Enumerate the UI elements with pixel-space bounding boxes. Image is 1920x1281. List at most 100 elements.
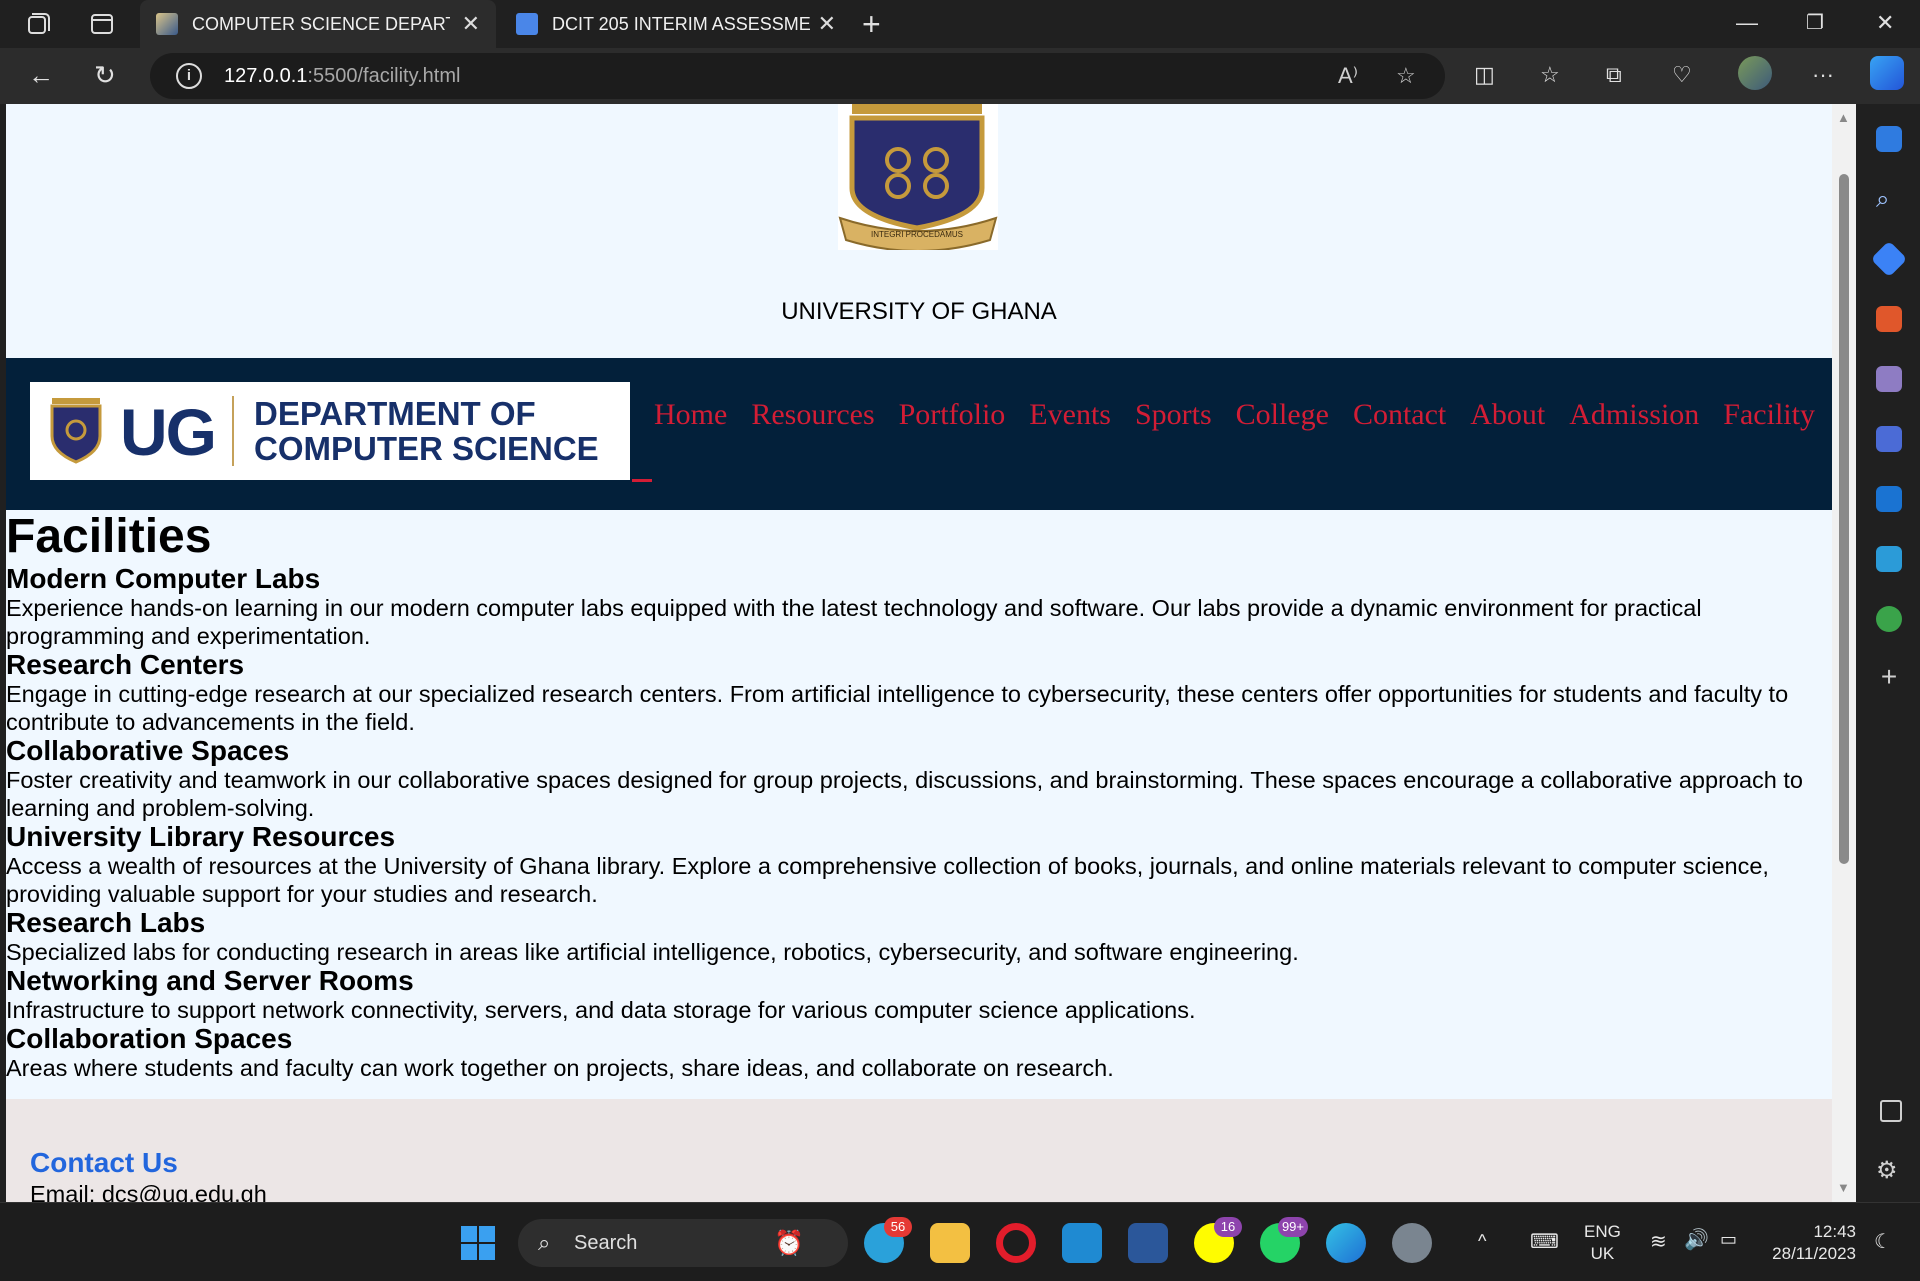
show-hidden-icons[interactable]: ^ [1478, 1231, 1486, 1252]
refresh-icon[interactable]: ↻ [94, 60, 116, 91]
tab-actions-icon[interactable] [88, 10, 116, 38]
nav-admission[interactable]: Admission [1569, 398, 1699, 432]
facility-item: Research Centers Engage in cutting-edge … [6, 650, 1832, 736]
department-logo[interactable]: UG DEPARTMENT OF COMPUTER SCIENCE [30, 382, 630, 480]
edge-browser-icon[interactable] [1326, 1223, 1366, 1263]
sidebar-search-icon[interactable]: ⌕ [1876, 186, 1902, 213]
minimize-icon[interactable]: — [1736, 10, 1758, 36]
contact-email: Email: dcs@ug.edu.gh [30, 1181, 267, 1202]
close-tab-icon[interactable]: ✕ [818, 11, 836, 37]
clock[interactable]: 12:43 28/11/2023 [1766, 1221, 1856, 1265]
facility-title: University Library Resources [6, 821, 396, 852]
nav-home[interactable]: Home [654, 398, 727, 432]
hide-sidebar-icon[interactable] [1880, 1100, 1902, 1122]
site-header: UG DEPARTMENT OF COMPUTER SCIENCE Home R… [6, 358, 1832, 510]
scroll-down-icon[interactable]: ▼ [1837, 1180, 1850, 1195]
tab-computer-science[interactable]: COMPUTER SCIENCE DEPARTME ✕ [140, 0, 496, 48]
nav-college[interactable]: College [1236, 398, 1329, 432]
games-icon[interactable] [1876, 366, 1902, 392]
tab-title: DCIT 205 INTERIM ASSESSMENT [552, 13, 810, 34]
outlook-icon[interactable] [1876, 486, 1902, 512]
close-tab-icon[interactable]: ✕ [462, 11, 480, 37]
search-icon: ⌕ [538, 1230, 551, 1255]
vscode-icon[interactable] [1062, 1223, 1102, 1263]
workspaces-icon[interactable] [24, 10, 52, 38]
snapchat-badge: 16 [1214, 1217, 1242, 1237]
contact-us-heading: Contact Us [30, 1147, 178, 1178]
windows-taskbar: ⌕ Search ⏰ 56 16 99+ ^ ⌨ ENG UK ≋ 🔊 ▭ 12… [0, 1202, 1920, 1281]
scroll-up-icon[interactable]: ▲ [1837, 110, 1850, 125]
profile-avatar[interactable] [1738, 56, 1772, 90]
telegram-app-icon[interactable]: 56 [864, 1217, 912, 1263]
snapchat-icon[interactable]: 16 [1194, 1217, 1242, 1263]
university-crest: INTEGRI PROCEDAMUS [838, 104, 998, 252]
url-text[interactable]: 127.0.0.1:5500/facility.html [224, 65, 460, 88]
browser-essentials-icon[interactable]: ♡ [1672, 62, 1692, 88]
browser-titlebar: COMPUTER SCIENCE DEPARTME ✕ DCIT 205 INT… [0, 0, 1920, 48]
browser-toolbar: ← ↻ i 127.0.0.1:5500/facility.html A⁾ ☆ … [0, 48, 1920, 104]
facility-title: Research Centers [6, 649, 245, 680]
start-windows-icon[interactable] [460, 1225, 496, 1261]
notifications-icon[interactable] [1876, 126, 1902, 152]
facility-description: Experience hands-on learning in our mode… [6, 595, 1702, 649]
page-scrollbar[interactable]: ▲ ▼ [1832, 104, 1856, 1202]
read-aloud-icon[interactable]: A⁾ [1338, 63, 1358, 89]
add-sidebar-icon[interactable]: + [1876, 663, 1902, 691]
nav-sports[interactable]: Sports [1135, 398, 1212, 432]
nav-contact[interactable]: Contact [1353, 398, 1446, 432]
battery-icon[interactable]: ▭ [1720, 1229, 1737, 1250]
university-name: UNIVERSITY OF GHANA [781, 298, 1057, 325]
address-bar[interactable]: i 127.0.0.1:5500/facility.html A⁾ ☆ [150, 53, 1445, 99]
restore-icon[interactable]: ❐ [1806, 10, 1824, 35]
language-indicator[interactable]: ENG UK [1584, 1221, 1621, 1265]
split-screen-icon[interactable]: ◫ [1474, 62, 1495, 88]
taskbar-search-label: Search [574, 1232, 638, 1254]
notification-center-icon[interactable]: ☾ [1874, 1229, 1892, 1254]
volume-icon[interactable]: 🔊 [1684, 1227, 1709, 1252]
nav-about[interactable]: About [1470, 398, 1545, 432]
more-options-icon[interactable]: ··· [1812, 62, 1834, 88]
page-title: Facilities [6, 510, 212, 563]
keyboard-icon[interactable]: ⌨ [1530, 1229, 1559, 1254]
nav-events[interactable]: Events [1029, 398, 1111, 432]
facility-title: Collaborative Spaces [6, 735, 290, 766]
settings-gear-icon[interactable]: ⚙ [1876, 1156, 1902, 1184]
settings-app-icon[interactable] [1392, 1223, 1432, 1263]
scroll-thumb[interactable] [1839, 174, 1849, 864]
back-icon[interactable]: ← [28, 60, 54, 91]
facility-item: University Library Resources Access a we… [6, 822, 1832, 908]
logo-ug-mark: UG [120, 395, 217, 469]
facility-title: Modern Computer Labs [6, 563, 321, 594]
tab-dcit-205[interactable]: DCIT 205 INTERIM ASSESSMENT ✕ [500, 0, 852, 48]
nav-resources[interactable]: Resources [751, 398, 874, 432]
nav-facility[interactable]: Facility [1723, 398, 1815, 432]
facility-description: Engage in cutting-edge research at our s… [6, 681, 1789, 735]
collections-icon[interactable]: ⧉ [1606, 62, 1622, 88]
wifi-icon[interactable]: ≋ [1650, 1229, 1667, 1254]
opera-icon[interactable] [996, 1223, 1036, 1263]
microsoft-365-icon[interactable] [1876, 426, 1902, 452]
tree-icon[interactable] [1876, 606, 1902, 632]
facility-description: Foster creativity and teamwork in our co… [6, 767, 1803, 821]
file-explorer-icon[interactable] [930, 1223, 970, 1263]
tools-icon[interactable] [1876, 306, 1902, 332]
crest-motto: INTEGRI PROCEDAMUS [871, 230, 963, 239]
facility-item: Research Labs Specialized labs for condu… [6, 908, 1832, 966]
close-window-icon[interactable]: ✕ [1876, 10, 1894, 36]
whatsapp-icon[interactable]: 99+ [1260, 1217, 1308, 1263]
favorites-icon[interactable]: ☆ [1540, 62, 1560, 88]
shopping-tag-icon[interactable] [1870, 240, 1908, 278]
nav-underline [632, 479, 652, 482]
site-info-icon[interactable]: i [176, 63, 202, 89]
facility-item: Collaboration Spaces Areas where student… [6, 1024, 1832, 1082]
word-icon[interactable] [1128, 1223, 1168, 1263]
logo-department-text: DEPARTMENT OF COMPUTER SCIENCE [254, 395, 599, 467]
copilot-icon[interactable] [1870, 56, 1904, 90]
drop-icon[interactable] [1876, 546, 1902, 572]
facility-description: Specialized labs for conducting research… [6, 939, 1299, 965]
new-tab-button[interactable]: + [862, 6, 881, 43]
favorite-star-icon[interactable]: ☆ [1396, 63, 1416, 89]
nav-portfolio[interactable]: Portfolio [899, 398, 1006, 432]
facility-description: Infrastructure to support network connec… [6, 997, 1196, 1023]
taskbar-search[interactable]: ⌕ Search ⏰ [518, 1219, 848, 1267]
